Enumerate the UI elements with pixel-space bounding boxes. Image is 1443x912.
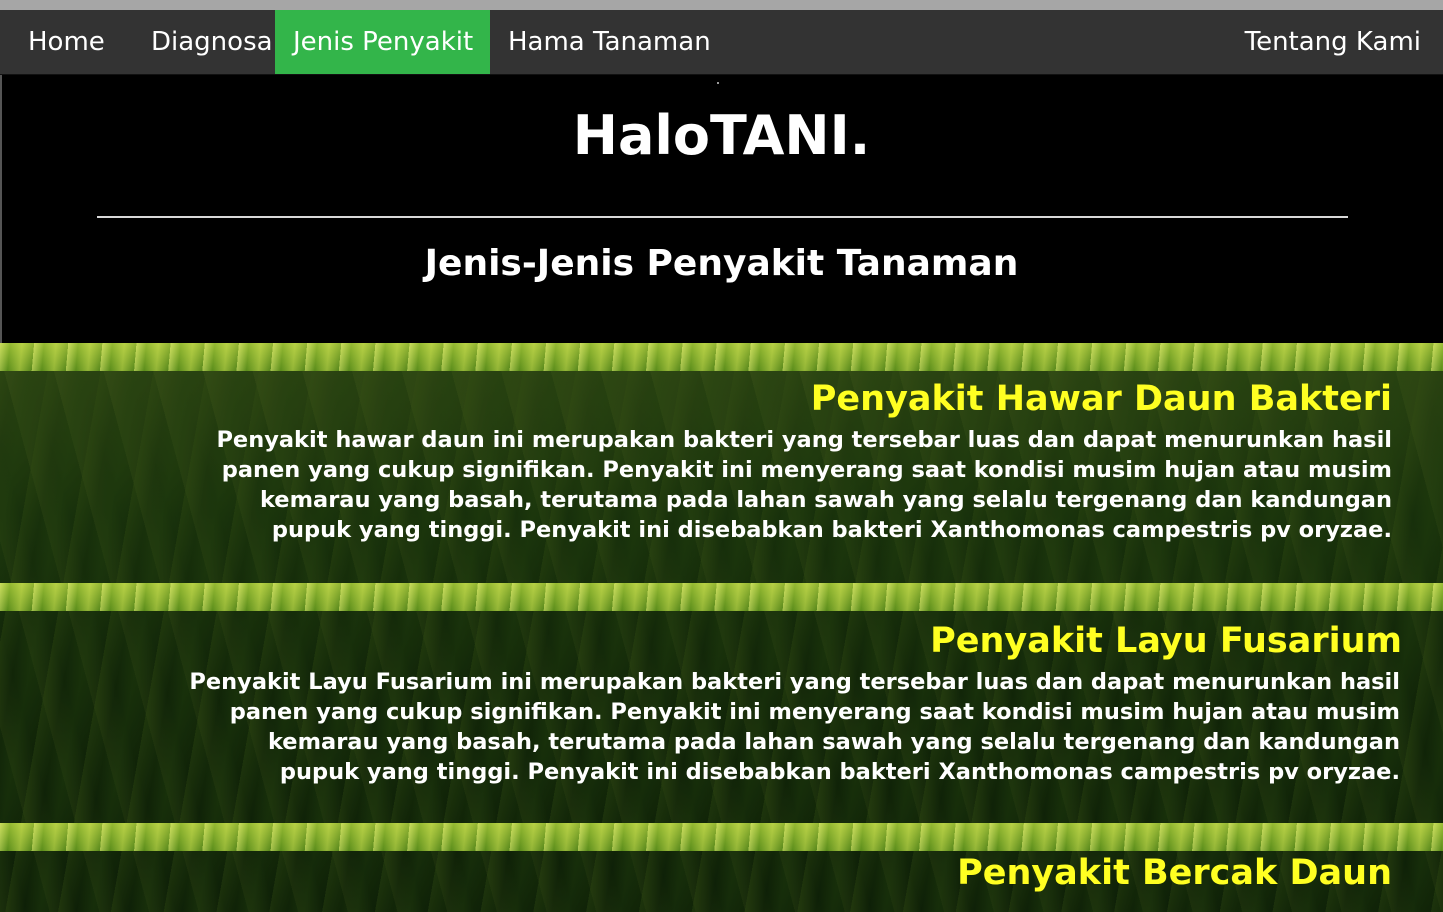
nav-hama-tanaman[interactable]: Hama Tanaman: [490, 10, 729, 74]
description-line: Penyakit hawar daun ini merupakan bakter…: [216, 427, 1392, 453]
disease-list-section: Penyakit Hawar Daun Bakteri Penyakit haw…: [0, 343, 1443, 912]
disease-description: Penyakit hawar daun ini merupakan bakter…: [216, 425, 1392, 545]
description-line: kemarau yang basah, terutama pada lahan …: [259, 487, 1392, 513]
disease-card: Penyakit Layu Fusarium Penyakit Layu Fus…: [0, 611, 1443, 823]
disease-card: Penyakit Hawar Daun Bakteri Penyakit haw…: [0, 371, 1443, 583]
disease-title: Penyakit Layu Fusarium: [930, 621, 1402, 661]
decorative-dot: [717, 82, 719, 84]
field-image-strip: [0, 823, 1443, 851]
disease-description: Penyakit Layu Fusarium ini merupakan bak…: [189, 667, 1400, 787]
description-line: pupuk yang tinggi. Penyakit ini disebabk…: [271, 517, 1392, 543]
nav-tentang-kami[interactable]: Tentang Kami: [1227, 10, 1439, 74]
description-line: panen yang cukup signifikan. Penyakit in…: [221, 457, 1392, 483]
disease-card: Penyakit Bercak Daun: [0, 851, 1443, 912]
field-image-strip: [0, 583, 1443, 611]
description-line: panen yang cukup signifikan. Penyakit in…: [229, 699, 1400, 725]
description-line: kemarau yang basah, terutama pada lahan …: [267, 729, 1400, 755]
header-divider: [97, 216, 1348, 218]
page-subtitle: Jenis-Jenis Penyakit Tanaman: [424, 243, 1019, 284]
description-line: pupuk yang tinggi. Penyakit ini disebabk…: [279, 759, 1400, 785]
field-image-strip: [0, 343, 1443, 371]
nav-jenis-penyakit[interactable]: Jenis Penyakit: [275, 10, 490, 74]
nav-diagnosa[interactable]: Diagnosa: [133, 10, 291, 74]
description-line: Penyakit Layu Fusarium ini merupakan bak…: [189, 669, 1400, 695]
disease-title: Penyakit Bercak Daun: [957, 853, 1392, 893]
site-brand: HaloTANI.: [572, 104, 871, 167]
main-navbar: Home Diagnosa Jenis Penyakit Hama Tanama…: [0, 10, 1443, 75]
disease-title: Penyakit Hawar Daun Bakteri: [810, 379, 1392, 419]
window-top-strip: [0, 0, 1443, 10]
nav-home[interactable]: Home: [10, 10, 123, 74]
